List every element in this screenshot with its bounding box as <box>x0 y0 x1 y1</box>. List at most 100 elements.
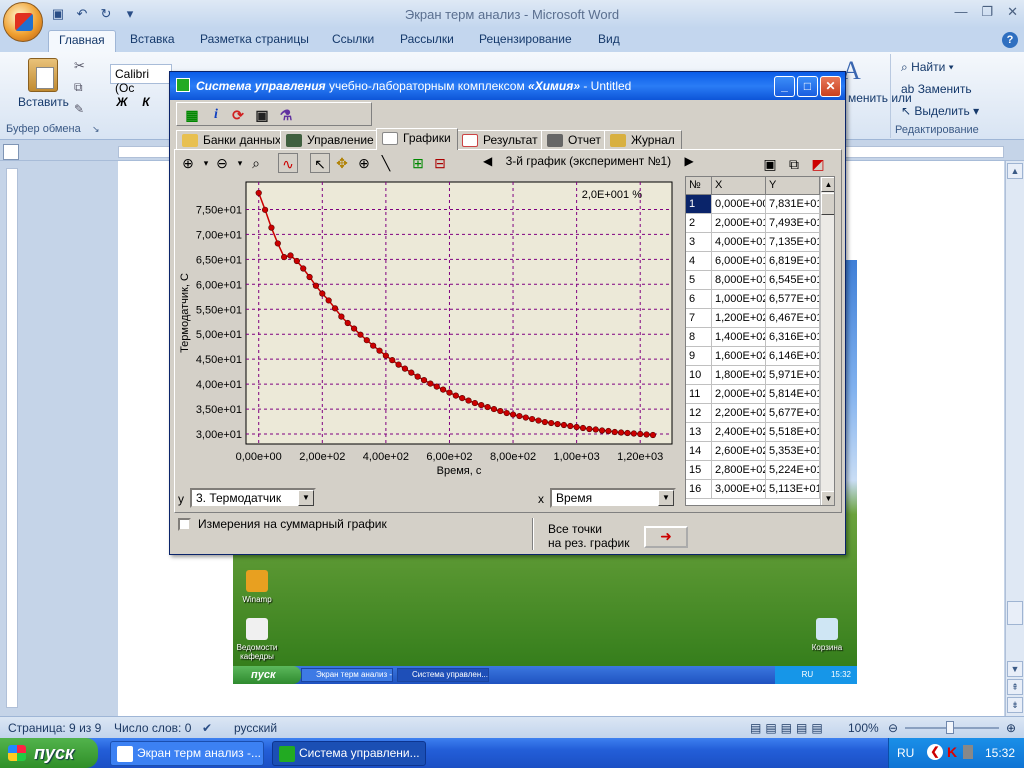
zoom-in-icon[interactable]: ⊕ <box>1006 721 1016 735</box>
app-close-button[interactable]: ✕ <box>820 76 841 97</box>
tab-control[interactable]: Управление <box>280 130 381 150</box>
find-button[interactable]: ⌕ Найти ▾ <box>901 60 954 75</box>
vertical-ruler-strip[interactable] <box>6 168 18 708</box>
word-count[interactable]: Число слов: 0 <box>114 721 191 735</box>
task-word[interactable]: Экран терм анализ -... <box>110 741 264 766</box>
cell-num[interactable]: 2 <box>686 214 712 233</box>
crosshair-icon[interactable]: ⊕ <box>354 153 374 173</box>
cell-y[interactable]: 6,316E+01 <box>766 328 820 347</box>
cell-num[interactable]: 6 <box>686 290 712 309</box>
prev-page-icon[interactable]: ⇞ <box>1007 679 1023 695</box>
cell-y[interactable]: 7,135E+01 <box>766 233 820 252</box>
plot[interactable]: 0,00e+00 2,00e+02 4,00e+02 6,00e+02 8,00e+02… <box>172 176 680 488</box>
table-row[interactable]: 16 3,000E+02 5,113E+01 <box>686 480 820 499</box>
zoom-fit-icon[interactable]: ⌕ <box>246 153 266 173</box>
minimize-icon[interactable]: — <box>954 4 967 20</box>
tab-home[interactable]: Главная <box>48 30 116 52</box>
view-buttons[interactable]: ▤▤▤▤▤ <box>750 721 827 735</box>
cell-x[interactable]: 1,000E+02 <box>712 290 766 309</box>
zoom-in-icon[interactable]: ⊕ <box>178 153 198 173</box>
zoom-slider-thumb[interactable] <box>946 721 954 734</box>
clipboard-launcher-icon[interactable]: ↘ <box>92 124 100 135</box>
table-row[interactable]: 14 2,600E+02 5,353E+01 <box>686 442 820 461</box>
copy-icon[interactable]: ⧉ <box>74 80 83 95</box>
customize-qat-icon[interactable]: ▾ <box>122 6 138 22</box>
format-painter-icon[interactable]: ✎ <box>74 102 84 116</box>
add-points-icon[interactable]: ⊞ <box>408 153 428 173</box>
calculator-icon[interactable]: ▦ <box>183 106 201 124</box>
table-row[interactable]: 5 8,000E+01 6,545E+01 <box>686 271 820 290</box>
vertical-scrollbar[interactable]: ▲ ▼ ⇞ ⇟ <box>1005 161 1024 716</box>
col-header-num[interactable]: № <box>686 177 712 195</box>
save-graph-icon[interactable]: ▣ <box>760 154 780 174</box>
cell-num[interactable]: 8 <box>686 328 712 347</box>
select-button[interactable]: ↖ Выделить ▾ <box>901 104 979 118</box>
app-title-bar[interactable]: Система управления учебно-лабораторным к… <box>170 72 845 100</box>
cell-num[interactable]: 15 <box>686 461 712 480</box>
zoom-out-icon[interactable]: ⊖ <box>888 721 898 735</box>
next-graph-icon[interactable]: ▶ <box>685 154 694 168</box>
summary-graph-checkbox[interactable] <box>178 518 191 531</box>
restore-icon[interactable]: ❐ <box>981 4 993 20</box>
cell-y[interactable]: 7,831E+01 <box>766 195 820 214</box>
paste-button-label[interactable]: Вставить <box>18 95 69 109</box>
chevron-down-icon[interactable]: ▼ <box>298 490 314 506</box>
table-row[interactable]: 15 2,800E+02 5,224E+01 <box>686 461 820 480</box>
cell-num[interactable]: 13 <box>686 423 712 442</box>
save-icon[interactable]: ▣ <box>50 6 66 22</box>
cell-x[interactable]: 1,800E+02 <box>712 366 766 385</box>
tab-review[interactable]: Рецензирование <box>479 32 572 46</box>
cell-y[interactable]: 7,493E+01 <box>766 214 820 233</box>
cell-y[interactable]: 5,971E+01 <box>766 366 820 385</box>
line-tool-icon[interactable]: ╲ <box>376 153 396 173</box>
lab-equipment-icon[interactable]: ⚗ <box>277 106 295 124</box>
cell-num[interactable]: 7 <box>686 309 712 328</box>
language-indicator[interactable]: RU <box>897 746 914 760</box>
app-minimize-button[interactable]: _ <box>774 76 795 97</box>
autoscale-icon[interactable]: ∿ <box>278 153 298 173</box>
cell-num[interactable]: 14 <box>686 442 712 461</box>
tab-result[interactable]: Результат <box>456 130 545 150</box>
redo-icon[interactable]: ↻ <box>98 6 114 22</box>
cell-num[interactable]: 5 <box>686 271 712 290</box>
cell-y[interactable]: 5,353E+01 <box>766 442 820 461</box>
cell-y[interactable]: 6,467E+01 <box>766 309 820 328</box>
table-row[interactable]: 1 0,000E+00 7,831E+01 <box>686 195 820 214</box>
italic-button[interactable]: К <box>136 92 156 112</box>
table-row[interactable]: 6 1,000E+02 6,577E+01 <box>686 290 820 309</box>
cell-x[interactable]: 1,200E+02 <box>712 309 766 328</box>
save-icon[interactable]: ▣ <box>253 106 271 124</box>
prev-graph-icon[interactable]: ◀ <box>483 154 492 168</box>
help-icon[interactable]: ? <box>1002 32 1018 48</box>
cell-x[interactable]: 1,600E+02 <box>712 347 766 366</box>
table-scrollbar[interactable]: ▲ ▼ <box>820 177 834 505</box>
cell-x[interactable]: 2,000E+01 <box>712 214 766 233</box>
cell-x[interactable]: 8,000E+01 <box>712 271 766 290</box>
scroll-thumb[interactable] <box>1007 601 1023 625</box>
scroll-down-icon[interactable]: ▼ <box>1007 661 1023 677</box>
tab-references[interactable]: Ссылки <box>332 32 374 46</box>
table-row[interactable]: 11 2,000E+02 5,814E+01 <box>686 385 820 404</box>
table-row[interactable]: 4 6,000E+01 6,819E+01 <box>686 252 820 271</box>
cell-y[interactable]: 6,545E+01 <box>766 271 820 290</box>
undo-icon[interactable]: ↶ <box>74 6 90 22</box>
page-count[interactable]: Страница: 9 из 9 <box>8 721 101 735</box>
close-icon[interactable]: ✕ <box>1007 4 1018 20</box>
table-row[interactable]: 2 2,000E+01 7,493E+01 <box>686 214 820 233</box>
info-icon[interactable]: i <box>207 106 225 124</box>
export-graph-icon[interactable]: ◩ <box>808 154 828 174</box>
tab-data-banks[interactable]: Банки данных <box>176 130 289 150</box>
table-scroll-down-icon[interactable]: ▼ <box>821 491 834 505</box>
table-row[interactable]: 9 1,600E+02 6,146E+01 <box>686 347 820 366</box>
tab-view[interactable]: Вид <box>598 32 620 46</box>
table-scroll-up-icon[interactable]: ▲ <box>821 177 834 192</box>
cell-x[interactable]: 0,000E+00 <box>712 195 766 214</box>
cell-num[interactable]: 16 <box>686 480 712 499</box>
app-maximize-button[interactable]: □ <box>797 76 818 97</box>
table-row[interactable]: 10 1,800E+02 5,971E+01 <box>686 366 820 385</box>
network-icon[interactable] <box>963 745 973 759</box>
cell-x[interactable]: 2,400E+02 <box>712 423 766 442</box>
col-header-y[interactable]: Y <box>766 177 820 195</box>
table-scroll-thumb[interactable] <box>821 193 834 215</box>
cell-y[interactable]: 5,814E+01 <box>766 385 820 404</box>
